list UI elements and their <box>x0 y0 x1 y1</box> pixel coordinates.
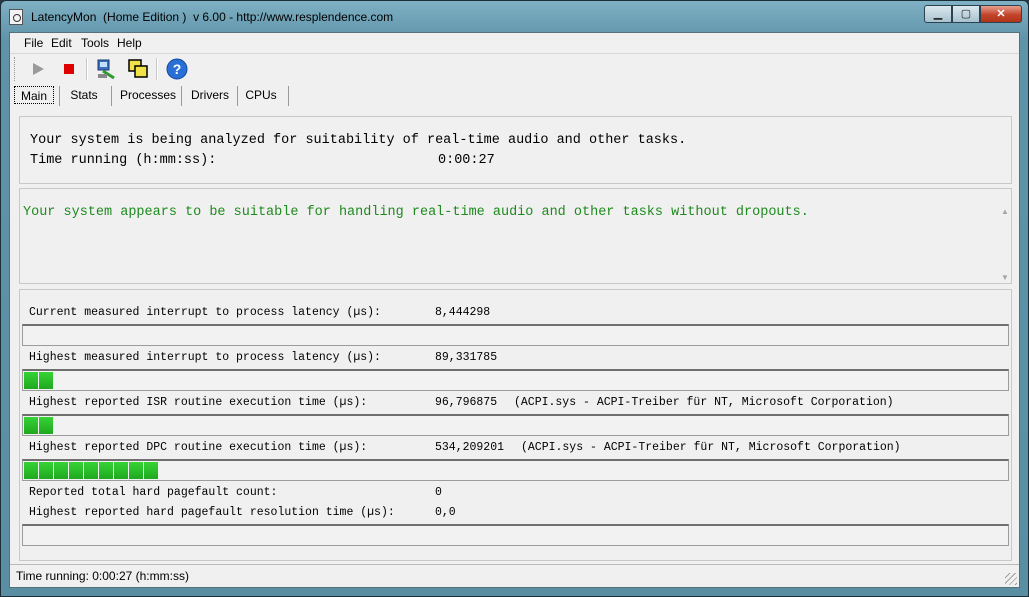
metric-value: 0,0 <box>435 506 456 519</box>
toolbar-grip[interactable] <box>14 57 18 81</box>
help-icon: ? <box>166 58 188 80</box>
conclusion-message: Your system appears to be suitable for h… <box>23 205 809 220</box>
play-icon <box>33 63 44 75</box>
tab-strip: Main Stats Processes Drivers CPUs <box>10 84 1019 106</box>
progress-segment <box>39 462 53 479</box>
play-button[interactable] <box>27 58 49 80</box>
tab-separator <box>288 86 289 106</box>
tab-separator <box>181 86 182 106</box>
toolbar-separator <box>156 58 158 80</box>
progress-segment <box>84 462 98 479</box>
time-running-value: 0:00:27 <box>438 153 495 168</box>
conclusion-panel: Your system appears to be suitable for h… <box>19 188 1012 284</box>
tab-cpus[interactable]: CPUs <box>242 86 280 104</box>
title-bar[interactable]: LatencyMon (Home Edition ) v 6.00 - http… <box>1 1 1028 32</box>
metric-bar <box>22 324 1009 346</box>
toolbar: ? <box>10 54 1019 84</box>
menu-file[interactable]: File <box>24 36 43 50</box>
status-text: Time running: 0:00:27 (h:mm:ss) <box>16 569 189 583</box>
progress-segment <box>24 462 38 479</box>
metric-label: Current measured interrupt to process la… <box>29 306 381 319</box>
resize-grip[interactable] <box>1005 573 1017 585</box>
time-running-label: Time running (h:mm:ss): <box>30 153 217 168</box>
scroll-down-icon[interactable]: ▼ <box>1001 273 1009 282</box>
stop-button[interactable] <box>58 58 80 80</box>
metric-bar <box>22 414 1009 436</box>
tab-main[interactable]: Main <box>14 86 54 104</box>
metric-value: 0 <box>435 486 442 499</box>
app-window: LatencyMon (Home Edition ) v 6.00 - http… <box>0 0 1029 597</box>
toolbar-separator <box>86 58 88 80</box>
analysis-panel: Your system is being analyzed for suitab… <box>19 116 1012 184</box>
metric-bar <box>22 524 1009 546</box>
progress-segment <box>129 462 143 479</box>
stop-icon <box>64 64 74 74</box>
metric-value: 534,209201 <box>435 441 505 454</box>
progress-segment <box>39 372 53 389</box>
analysis-message: Your system is being analyzed for suitab… <box>30 133 687 148</box>
metric-bar <box>22 369 1009 391</box>
progress-segment <box>24 372 38 389</box>
metric-label: Reported total hard pagefault count: <box>29 486 278 499</box>
tab-separator <box>59 86 60 106</box>
tab-drivers[interactable]: Drivers <box>187 86 233 104</box>
status-bar: Time running: 0:00:27 (h:mm:ss) <box>10 564 1019 587</box>
menu-edit[interactable]: Edit <box>51 36 72 50</box>
metric-detail: (ACPI.sys - ACPI-Treiber für NT, Microso… <box>521 441 901 454</box>
scroll-up-icon[interactable]: ▲ <box>1001 207 1009 216</box>
svg-text:?: ? <box>173 61 182 77</box>
app-icon[interactable] <box>9 9 23 25</box>
progress-segment <box>24 417 38 434</box>
metric-value: 96,796875 <box>435 396 498 409</box>
menu-help[interactable]: Help <box>117 36 142 50</box>
progress-segment <box>144 462 158 479</box>
window-stack-button[interactable] <box>127 58 149 80</box>
metric-label: Highest reported hard pagefault resoluti… <box>29 506 395 519</box>
tab-processes[interactable]: Processes <box>118 86 178 104</box>
metrics-panel: Current measured interrupt to process la… <box>19 289 1012 561</box>
close-button[interactable]: ✕ <box>980 5 1022 23</box>
metric-detail: (ACPI.sys - ACPI-Treiber für NT, Microso… <box>514 396 894 409</box>
tab-stats[interactable]: Stats <box>65 86 103 104</box>
system-tool-button[interactable] <box>95 58 117 80</box>
progress-segment <box>114 462 128 479</box>
progress-segment <box>99 462 113 479</box>
metric-label: Highest reported ISR routine execution t… <box>29 396 368 409</box>
minimize-button[interactable]: ▁ <box>924 5 952 23</box>
metric-bar <box>22 459 1009 481</box>
tab-separator <box>111 86 112 106</box>
maximize-button[interactable]: ▢ <box>952 5 980 23</box>
metric-value: 89,331785 <box>435 351 498 364</box>
progress-segment <box>39 417 53 434</box>
menu-bar: File Edit Tools Help <box>10 33 1019 54</box>
menu-tools[interactable]: Tools <box>81 36 109 50</box>
metric-label: Highest reported DPC routine execution t… <box>29 441 368 454</box>
help-button[interactable]: ? <box>166 58 188 80</box>
window-stack-icon <box>128 59 148 78</box>
client-area: File Edit Tools Help ? Main Stats Proces… <box>9 32 1020 588</box>
metric-value: 8,444298 <box>435 306 491 319</box>
tab-separator <box>237 86 238 106</box>
system-tool-icon <box>97 59 115 80</box>
window-title: LatencyMon (Home Edition ) v 6.00 - http… <box>31 10 394 24</box>
metric-label: Highest measured interrupt to process la… <box>29 351 381 364</box>
progress-segment <box>69 462 83 479</box>
conclusion-scrollbar[interactable]: ▲ ▼ <box>999 205 1011 285</box>
progress-segment <box>54 462 68 479</box>
